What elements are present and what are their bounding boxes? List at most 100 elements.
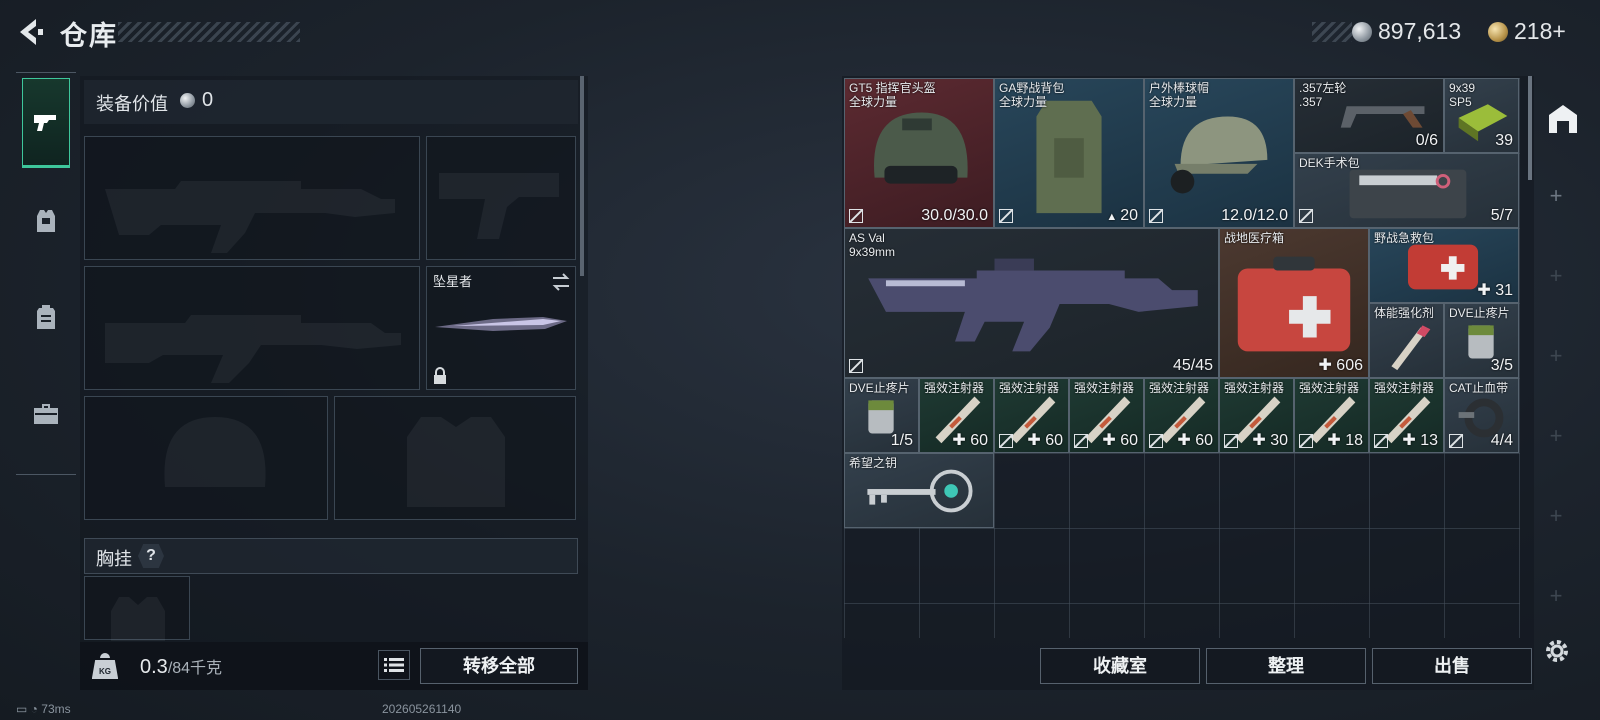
tab-toolbox[interactable] — [22, 368, 70, 458]
item-potent-injector[interactable]: 强效注射器 ✚ 60 — [1144, 378, 1219, 453]
item-heal-amount: ✚ 18 — [1327, 432, 1363, 449]
back-arrow-icon[interactable] — [14, 16, 44, 48]
sidearm-slot[interactable] — [426, 136, 576, 260]
item-potent-injector[interactable]: 强效注射器 ✚ 60 — [994, 378, 1069, 453]
item-heal-amount: ✚ 60 — [1177, 432, 1213, 449]
item-heal-value: 60 — [1045, 432, 1063, 449]
tab-backpack[interactable] — [22, 272, 70, 362]
body-armor-slot[interactable] — [334, 396, 576, 520]
item-heal-amount: ✚ 30 — [1252, 432, 1288, 449]
item-name: 强效注射器 — [1149, 381, 1210, 395]
item-dve-painkiller[interactable]: DVE止疼片 3/5 — [1444, 303, 1519, 378]
item-name: 战地医疗箱 — [1224, 231, 1285, 245]
item-name: GA野战背包 全球力量 — [999, 81, 1065, 109]
gold-balance[interactable]: 218+ — [1514, 18, 1566, 45]
vest-silhouette-icon — [407, 417, 505, 507]
item-heal-amount: ✚ 606 — [1318, 357, 1363, 374]
sell-button[interactable]: 出售 — [1372, 648, 1532, 684]
equipment-scrollbar[interactable] — [580, 76, 584, 276]
pistol-silhouette-icon — [439, 173, 559, 239]
tab-weapons[interactable] — [22, 78, 70, 168]
chest-rig-slot[interactable] — [84, 576, 190, 641]
rail-divider-top — [16, 72, 76, 73]
add-storage-icon[interactable]: + — [1548, 263, 1564, 289]
unlocked-marker-icon — [1449, 434, 1463, 448]
melee-slot[interactable]: 坠星者 — [426, 266, 576, 390]
item-heal-value: 60 — [970, 432, 988, 449]
unlocked-marker-icon — [999, 209, 1013, 223]
item-name: GT5 指挥官头盔 全球力量 — [849, 81, 936, 109]
item-potent-injector[interactable]: 强效注射器 ✚ 60 — [919, 378, 994, 453]
collection-room-button[interactable]: 收藏室 — [1040, 648, 1200, 684]
item-heal-amount: ✚ 60 — [1102, 432, 1138, 449]
rail-divider-bottom — [16, 474, 76, 475]
unlocked-marker-icon — [849, 209, 863, 223]
pistol-icon — [34, 115, 56, 131]
storage-scrollbar[interactable] — [1528, 76, 1532, 180]
add-storage-icon[interactable]: + — [1548, 503, 1564, 529]
secondary-weapon-slot[interactable] — [84, 266, 420, 390]
item-commander-helmet[interactable]: GT5 指挥官头盔 全球力量 30.0/30.0 — [844, 78, 994, 228]
item-9x39-ammo[interactable]: 9x39 SP5 39 — [1444, 78, 1519, 153]
unlocked-marker-icon — [1149, 209, 1163, 223]
sort-button[interactable]: 整理 — [1206, 648, 1366, 684]
item-dve-painkiller[interactable]: DVE止疼片 1/5 — [844, 378, 919, 453]
item-as-val-rifle[interactable]: AS Val 9x39mm 45/45 — [844, 228, 1219, 378]
page-title: 仓库 — [60, 21, 118, 51]
item-durability: 30.0/30.0 — [921, 207, 988, 224]
helmet-slot[interactable] — [84, 396, 328, 520]
item-field-medical-box[interactable]: 战地医疗箱 ✚ 606 — [1219, 228, 1369, 378]
item-field-first-aid-kit[interactable]: 野战急救包 ✚ 31 — [1369, 228, 1519, 303]
rifle-silhouette-icon — [105, 181, 395, 253]
add-storage-icon[interactable]: + — [1548, 423, 1564, 449]
silver-balance: 897,613 — [1378, 18, 1462, 44]
weight-icon-label: KG — [99, 667, 111, 676]
unlocked-marker-icon — [1149, 434, 1163, 448]
rifle-silhouette-icon — [105, 315, 401, 383]
item-name: 体能强化剂 — [1374, 306, 1435, 320]
item-name: 强效注射器 — [999, 381, 1060, 395]
chest-rig-help-button[interactable]: ? — [138, 544, 164, 568]
tab-armor[interactable] — [22, 176, 70, 266]
weight-capacity: /84千克 — [167, 660, 223, 677]
item-dek-surgical-kit[interactable]: DEK手术包 5/7 — [1294, 153, 1519, 228]
item-baseball-cap[interactable]: 户外棒球帽 全球力量 12.0/12.0 — [1144, 78, 1294, 228]
unlocked-marker-icon — [1224, 434, 1238, 448]
chest-rig-silhouette-icon — [111, 597, 165, 641]
item-heal-value: 60 — [1195, 432, 1213, 449]
item-potent-injector[interactable]: 强效注射器 ✚ 60 — [1069, 378, 1144, 453]
item-field-backpack[interactable]: GA野战背包 全球力量 ▲ 20 — [994, 78, 1144, 228]
silver-coin-icon — [1352, 22, 1372, 42]
gold-coin-icon — [1488, 22, 1508, 42]
item-key-of-hope[interactable]: 希望之钥 — [844, 453, 994, 528]
item-potent-injector[interactable]: 强效注射器 ✚ 18 — [1294, 378, 1369, 453]
item-name: AS Val 9x39mm — [849, 231, 896, 259]
add-storage-icon[interactable]: + — [1548, 343, 1564, 369]
unlocked-marker-icon — [1074, 434, 1088, 448]
lock-icon — [434, 367, 446, 384]
item-heal-amount: ✚ 60 — [952, 432, 988, 449]
list-view-button[interactable] — [378, 650, 410, 680]
currency-stripe-decoration — [1312, 22, 1352, 42]
title-stripe-decoration — [118, 22, 300, 42]
add-storage-icon[interactable]: + — [1548, 583, 1564, 609]
list-icon — [384, 658, 404, 672]
item-cat-tourniquet[interactable]: CAT止血带 4/4 — [1444, 378, 1519, 453]
item-name: 户外棒球帽 全球力量 — [1149, 81, 1210, 109]
primary-weapon-slot[interactable] — [84, 136, 420, 260]
item-potent-injector[interactable]: 强效注射器 ✚ 13 — [1369, 378, 1444, 453]
item-stamina-booster[interactable]: 体能强化剂 — [1369, 303, 1444, 378]
item-uses: 5/7 — [1490, 207, 1513, 224]
swap-icon[interactable] — [551, 273, 571, 291]
item-capacity: ▲ 20 — [1106, 207, 1138, 225]
item-357-revolver[interactable]: .357左轮 .357 0/6 — [1294, 78, 1444, 153]
equipment-value: 0 — [202, 89, 214, 111]
weight-icon: KG — [92, 653, 118, 679]
transfer-all-button[interactable]: 转移全部 — [420, 648, 578, 684]
add-storage-icon[interactable]: + — [1548, 183, 1564, 209]
storage-tab-icon[interactable] — [1546, 102, 1580, 136]
gear-icon[interactable] — [1542, 636, 1572, 666]
item-potent-injector[interactable]: 强效注射器 ✚ 30 — [1219, 378, 1294, 453]
rifle-icon — [868, 258, 1198, 352]
item-heal-value: 30 — [1270, 432, 1288, 449]
